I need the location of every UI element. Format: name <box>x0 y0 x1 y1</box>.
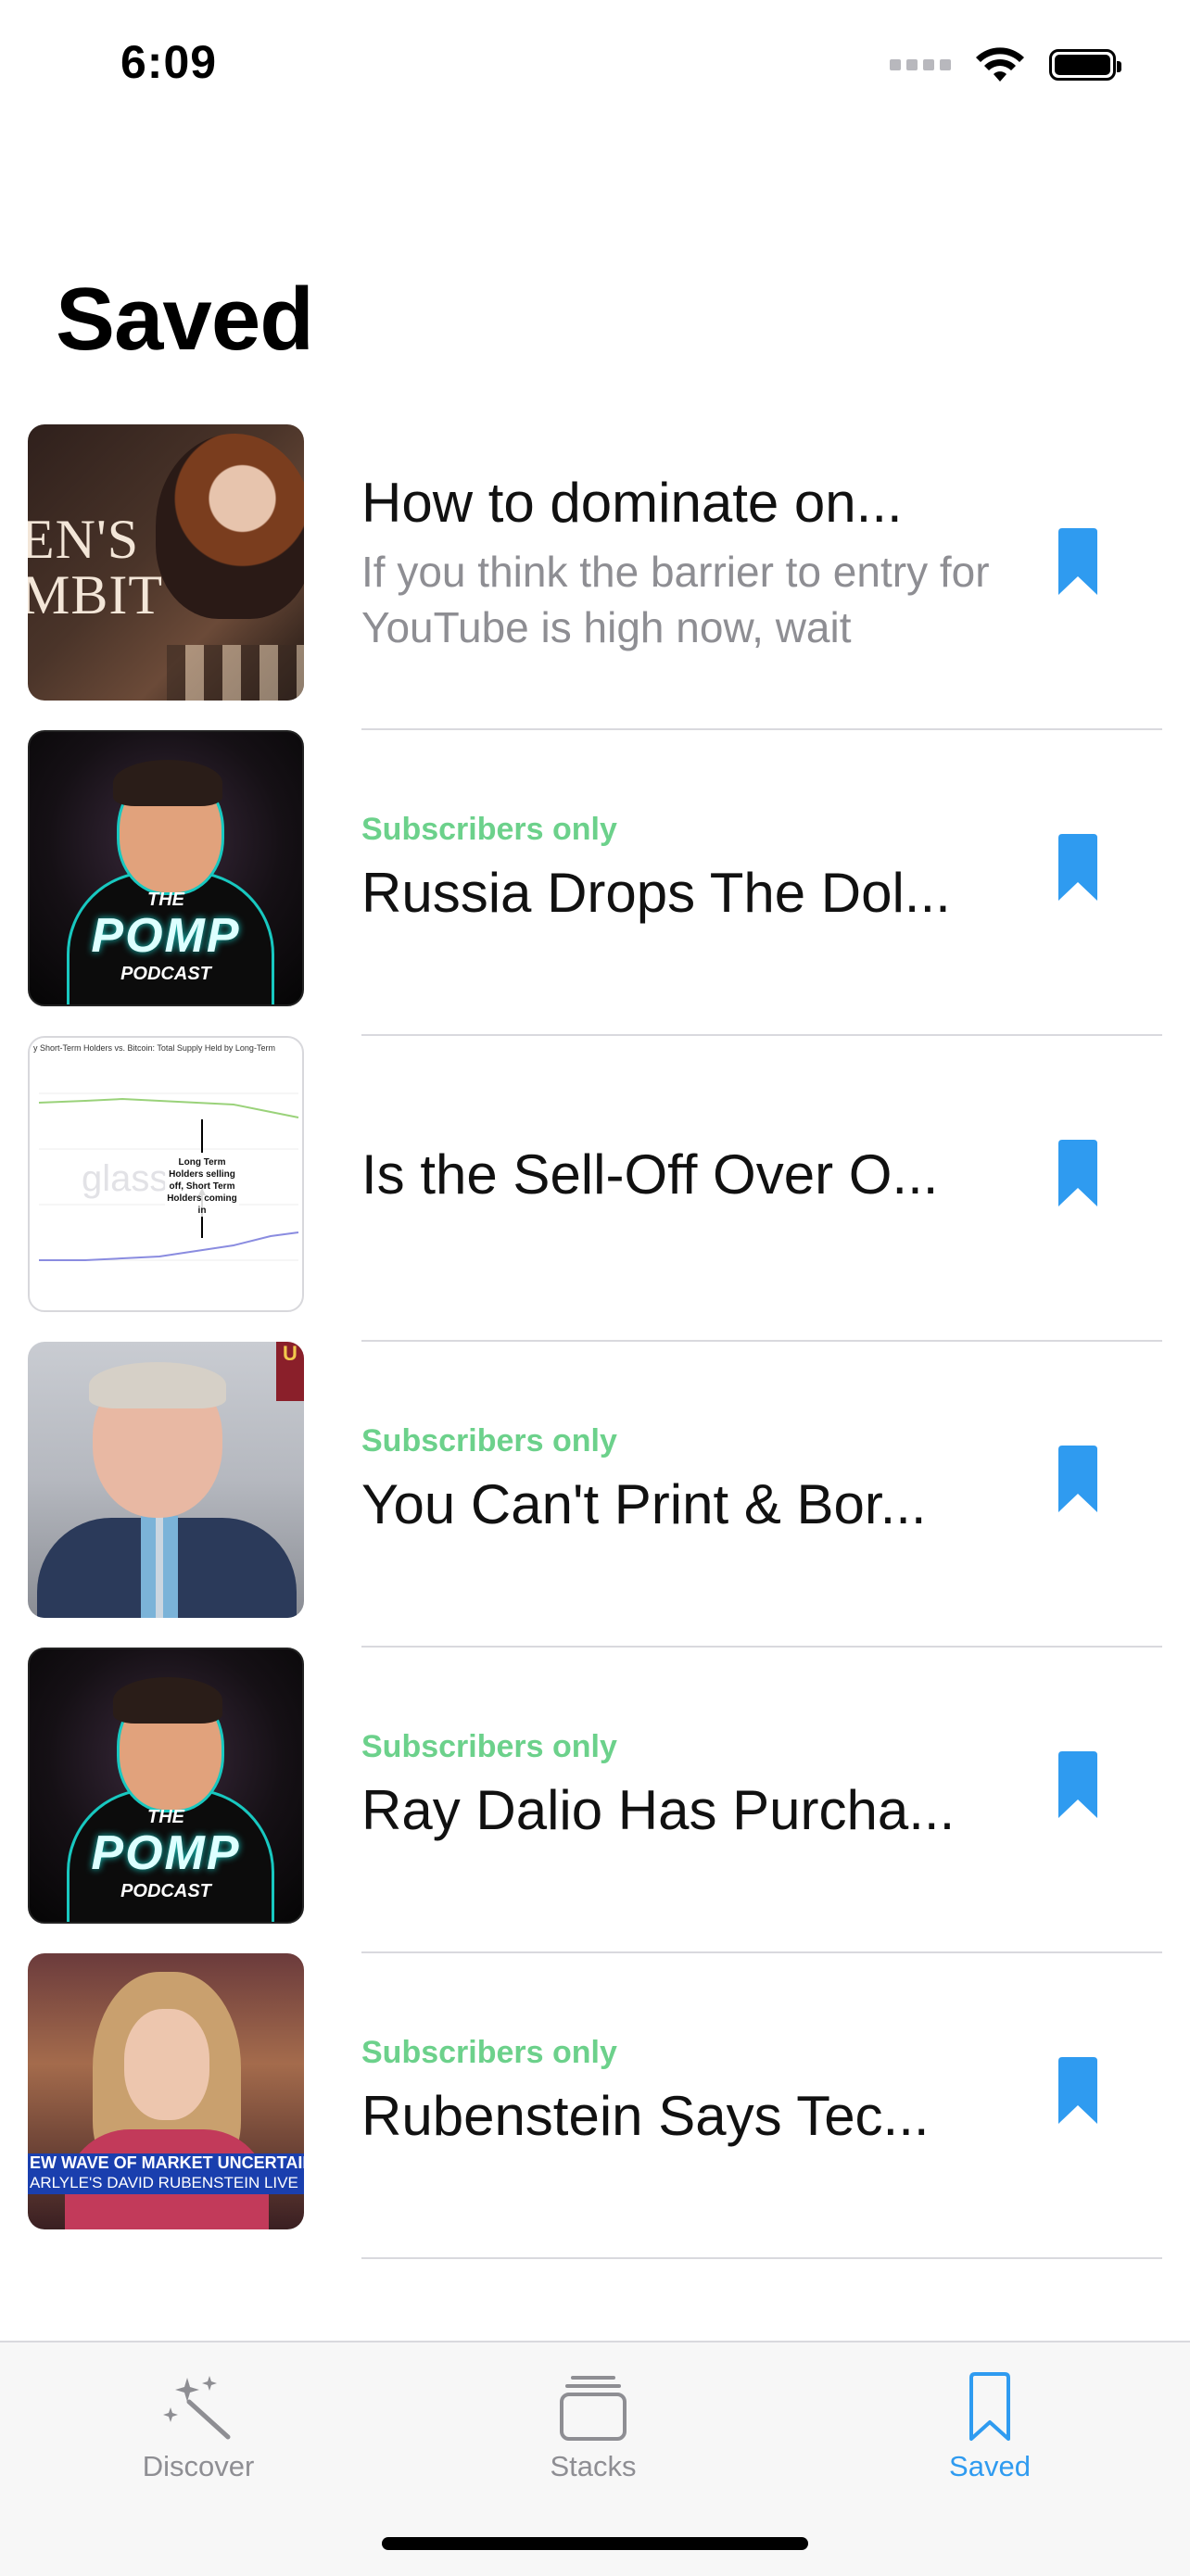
tab-stacks[interactable]: Stacks <box>482 2372 704 2483</box>
item-text: How to dominate on... If you think the b… <box>361 424 1005 701</box>
list-item[interactable]: y Short-Term Holders vs. Bitcoin: Total … <box>0 1036 1190 1342</box>
list-item[interactable]: U Subscribers only You Can't Print & Bor… <box>0 1342 1190 1648</box>
list-item[interactable]: EW WAVE OF MARKET UNCERTAINTY ARLYLE'S D… <box>0 1953 1190 2259</box>
list-item[interactable]: THE POMP PODCAST Subscribers only Russia… <box>0 730 1190 1036</box>
list-item[interactable]: THE POMP PODCAST Subscribers only Ray Da… <box>0 1648 1190 1953</box>
status-icons <box>890 46 1121 83</box>
item-title: Ray Dalio Has Purcha... <box>361 1779 956 1841</box>
tab-label: Discover <box>142 2450 255 2482</box>
wifi-icon <box>976 47 1024 82</box>
item-text: Is the Sell-Off Over O... <box>361 1036 1005 1312</box>
magic-wand-icon <box>163 2376 231 2440</box>
bookmark-icon[interactable] <box>1057 528 1099 597</box>
bookmark-icon[interactable] <box>1057 834 1099 903</box>
bookmark-icon[interactable] <box>1057 1140 1099 1208</box>
item-title: Rubenstein Says Tec... <box>361 2085 930 2147</box>
item-text: Subscribers only You Can't Print & Bor..… <box>361 1342 1005 1618</box>
item-title: You Can't Print & Bor... <box>361 1473 927 1535</box>
item-thumbnail: y Short-Term Holders vs. Bitcoin: Total … <box>28 1036 304 1312</box>
divider <box>361 2257 1162 2259</box>
item-text: Subscribers only Ray Dalio Has Purcha... <box>361 1648 1005 1924</box>
item-title: Russia Drops The Dol... <box>361 862 951 924</box>
subscribers-only-badge: Subscribers only <box>361 2035 617 2070</box>
list-item[interactable]: EN'S MBIT How to dominate on... If you t… <box>0 424 1190 730</box>
item-thumbnail: EN'S MBIT <box>28 424 304 701</box>
saved-list: EN'S MBIT How to dominate on... If you t… <box>0 424 1190 2259</box>
page-title: Saved <box>56 270 314 369</box>
item-title: How to dominate on... <box>361 471 903 534</box>
status-time: 6:09 <box>120 36 218 88</box>
item-description: If you think the barrier to entry for Yo… <box>361 547 990 651</box>
tab-saved[interactable]: Saved <box>879 2372 1101 2483</box>
battery-icon <box>1049 49 1121 81</box>
item-thumbnail: THE POMP PODCAST <box>28 730 304 1006</box>
subscribers-only-badge: Subscribers only <box>361 1423 617 1458</box>
bookmark-icon <box>969 2372 1010 2441</box>
item-thumbnail: THE POMP PODCAST <box>28 1648 304 1924</box>
subscribers-only-badge: Subscribers only <box>361 812 617 847</box>
tab-label: Stacks <box>550 2450 637 2482</box>
subscribers-only-badge: Subscribers only <box>361 1729 617 1764</box>
item-text: Subscribers only Russia Drops The Dol... <box>361 730 1005 1006</box>
bookmark-icon[interactable] <box>1057 1751 1099 1820</box>
bookmark-icon[interactable] <box>1057 1446 1099 1514</box>
item-text: Subscribers only Rubenstein Says Tec... <box>361 1953 1005 2229</box>
bookmark-icon[interactable] <box>1057 2057 1099 2126</box>
cellular-signal-icon <box>890 59 951 70</box>
home-indicator <box>382 2537 808 2550</box>
stack-icon <box>560 2376 627 2441</box>
item-thumbnail: EW WAVE OF MARKET UNCERTAINTY ARLYLE'S D… <box>28 1953 304 2229</box>
tab-label: Saved <box>949 2450 1031 2482</box>
status-bar: 6:09 <box>0 0 1190 139</box>
item-thumbnail: U <box>28 1342 304 1618</box>
tab-discover[interactable]: Discover <box>87 2372 310 2483</box>
item-title: Is the Sell-Off Over O... <box>361 1143 939 1206</box>
